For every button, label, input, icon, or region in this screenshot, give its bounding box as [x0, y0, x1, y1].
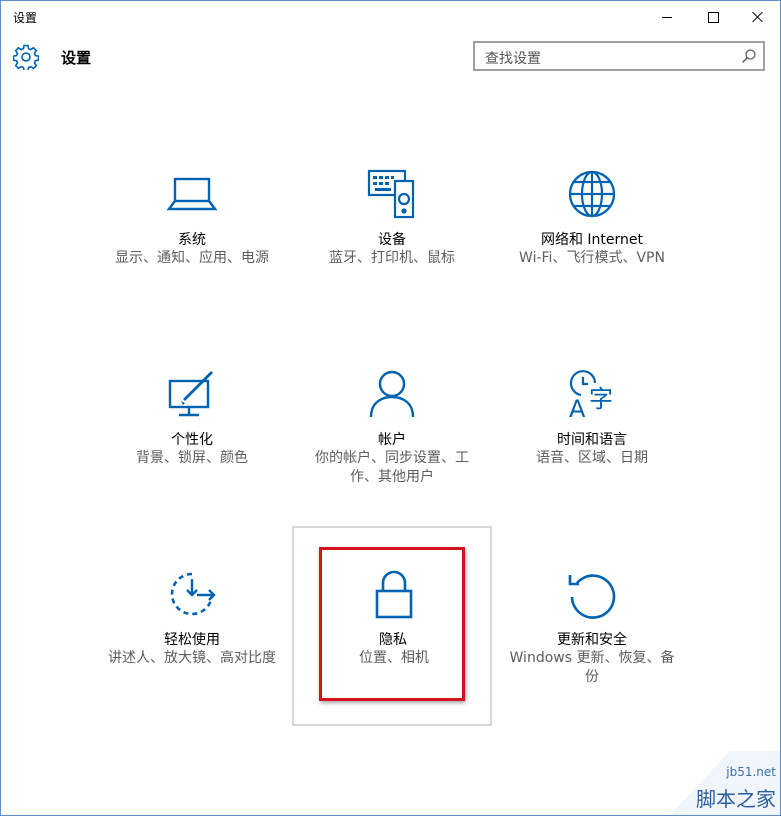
watermark: jb51.net 脚本之家: [670, 751, 780, 815]
search-icon[interactable]: [741, 48, 757, 64]
watermark-name: 脚本之家: [696, 787, 776, 811]
time-language-icon: A 字: [569, 370, 613, 419]
tile-description: 你的帐户、同步设置、工作、其他用户: [315, 450, 469, 485]
svg-text:A: A: [569, 395, 586, 419]
tile-description: 蓝牙、打印机、鼠标: [329, 250, 455, 266]
personalization-icon: [168, 371, 213, 417]
tile-label: 帐户: [378, 432, 406, 448]
tile-network[interactable]: 网络和 Internet Wi-Fi、飞行模式、VPN: [493, 169, 691, 367]
maximize-button[interactable]: [690, 1, 736, 33]
tile-label: 时间和语言: [557, 432, 627, 448]
minimize-icon: [662, 16, 672, 18]
tile-devices[interactable]: 设备 蓝牙、打印机、鼠标: [293, 169, 491, 367]
highlight-box: [319, 547, 465, 701]
window-title: 设置: [13, 11, 38, 25]
laptop-icon: [167, 177, 217, 211]
minimize-button[interactable]: [644, 1, 690, 33]
title-bar[interactable]: 设置: [1, 1, 780, 33]
settings-window: 设置 设置 查找设置 系统 显示、通知、应用、电源 设备 蓝牙、打印机、鼠标 网…: [0, 0, 781, 816]
tile-system[interactable]: 系统 显示、通知、应用、电源: [93, 169, 291, 367]
globe-icon: [568, 170, 616, 218]
tile-label: 设备: [378, 232, 406, 248]
tile-label: 网络和 Internet: [540, 232, 644, 248]
tile-description: 显示、通知、应用、电源: [115, 250, 269, 266]
svg-text:字: 字: [589, 385, 613, 413]
search-placeholder: 查找设置: [485, 51, 541, 67]
watermark-url: jb51.net: [726, 765, 776, 779]
tile-ease-of-access[interactable]: 轻松使用 讲述人、放大镜、高对比度: [93, 569, 291, 767]
search-input[interactable]: 查找设置: [473, 41, 765, 71]
tile-description: 讲述人、放大镜、高对比度: [108, 650, 276, 666]
tile-label: 轻松使用: [164, 632, 220, 648]
ease-of-access-icon: [170, 572, 216, 616]
tile-label: 更新和安全: [557, 632, 627, 648]
devices-icon: [367, 169, 415, 219]
tile-time-language[interactable]: A 字 时间和语言 语音、区域、日期: [493, 369, 691, 567]
tile-label: 个性化: [171, 432, 213, 448]
person-icon: [369, 370, 415, 418]
tile-description: Wi-Fi、飞行模式、VPN: [519, 250, 665, 266]
close-button[interactable]: [735, 1, 780, 33]
tile-description: Windows 更新、恢复、备份: [509, 650, 675, 685]
maximize-icon: [707, 11, 719, 23]
close-icon: [752, 11, 764, 23]
tile-personalization[interactable]: 个性化 背景、锁屏、颜色: [93, 369, 291, 567]
tile-description: 语音、区域、日期: [536, 450, 648, 466]
tile-update-security[interactable]: 更新和安全 Windows 更新、恢复、备份: [493, 569, 691, 767]
gear-icon: [13, 44, 39, 70]
tile-description: 背景、锁屏、颜色: [136, 450, 248, 466]
update-icon: [568, 574, 616, 619]
tile-label: 系统: [178, 232, 206, 248]
page-title: 设置: [61, 49, 92, 67]
